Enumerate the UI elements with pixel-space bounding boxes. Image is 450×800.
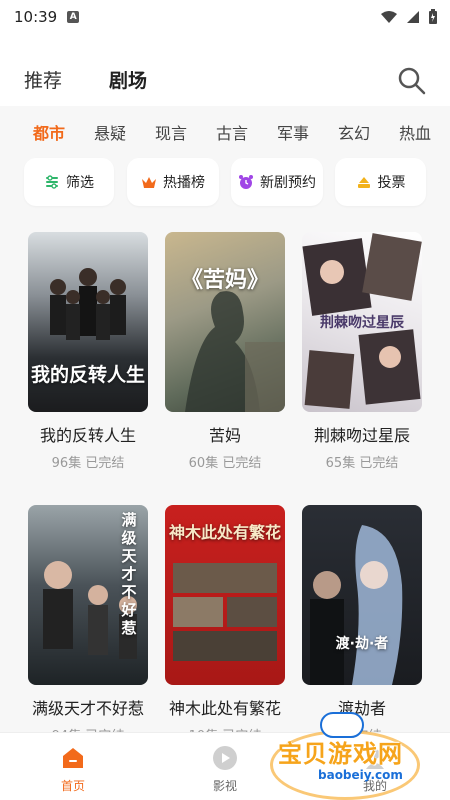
drama-poster: 我的反转人生 bbox=[28, 232, 148, 412]
poster-title: 神木此处有繁花 bbox=[168, 523, 281, 542]
genre-tabs: 都市 悬疑 现言 古言 军事 玄幻 热血 bbox=[0, 112, 450, 152]
poster-title: 满级天才不好惹 bbox=[121, 511, 137, 637]
filter-button[interactable]: 筛选 bbox=[24, 158, 114, 206]
drama-meta: 65集 已完结 bbox=[325, 456, 399, 471]
play-icon bbox=[213, 746, 237, 770]
new-drama-reservation-label: 新剧预约 bbox=[260, 175, 316, 191]
filter-label: 筛选 bbox=[66, 175, 94, 191]
drama-poster: 《苦妈》 bbox=[165, 232, 285, 412]
poster-title: 我的反转人生 bbox=[30, 364, 145, 386]
status-bar: 10:39 A bbox=[0, 0, 450, 34]
nav-home-label: 首页 bbox=[60, 779, 85, 793]
drama-poster: 荆棘吻过星辰 bbox=[302, 232, 422, 412]
drama-title: 神木此处有繁花 bbox=[168, 699, 281, 718]
wifi-icon bbox=[381, 11, 397, 23]
drama-poster: 满级天才不好惹 bbox=[28, 505, 148, 685]
genre-tab-fantasy[interactable]: 玄幻 bbox=[338, 120, 399, 144]
signal-icon bbox=[407, 11, 419, 23]
drama-card[interactable]: 荆棘吻过星辰 荆棘吻过星辰 65集 已完结 bbox=[302, 232, 422, 471]
vote-label: 投票 bbox=[377, 175, 406, 191]
crown-icon bbox=[142, 177, 156, 188]
notification-badge-icon: A bbox=[67, 11, 80, 23]
genre-tab-ancient-romance[interactable]: 古言 bbox=[216, 120, 277, 144]
poster-title: 《苦妈》 bbox=[180, 268, 269, 293]
watermark: 宝贝游戏网 baobeiy.com bbox=[270, 712, 450, 800]
hot-ranking-button[interactable]: 热播榜 bbox=[127, 158, 219, 206]
drama-poster: 神木此处有繁花 bbox=[165, 505, 285, 685]
top-bar: 推荐 剧场 bbox=[0, 34, 450, 106]
drama-card[interactable]: 我的反转人生 我的反转人生 96集 已完结 bbox=[28, 232, 148, 471]
tab-theater[interactable]: 剧场 bbox=[103, 62, 158, 93]
tab-recommend[interactable]: 推荐 bbox=[24, 66, 62, 93]
battery-icon bbox=[429, 9, 437, 24]
drama-card[interactable]: 渡·劫·者 渡劫者 已完结 bbox=[302, 505, 422, 744]
poster-art bbox=[310, 525, 403, 685]
drama-poster: 渡·劫·者 bbox=[302, 505, 422, 685]
poster-title: 荆棘吻过星辰 bbox=[320, 315, 404, 331]
drama-meta: 60集 已完结 bbox=[188, 456, 262, 471]
drama-title: 荆棘吻过星辰 bbox=[313, 426, 410, 445]
vote-icon bbox=[357, 177, 370, 188]
status-icons bbox=[380, 9, 438, 25]
alarm-clock-icon bbox=[239, 175, 253, 189]
drama-card[interactable]: 神木此处有繁花 神木此处有繁花 10集 已完结 bbox=[165, 505, 285, 744]
vote-button[interactable]: 投票 bbox=[335, 158, 426, 206]
watermark-title: 宝贝游戏网 bbox=[278, 740, 403, 768]
poster-art bbox=[185, 291, 285, 412]
drama-title: 满级天才不好惹 bbox=[31, 699, 144, 718]
genre-tab-military[interactable]: 军事 bbox=[277, 120, 338, 144]
search-icon bbox=[398, 67, 426, 95]
drama-title: 苦妈 bbox=[208, 426, 241, 445]
nav-video-label: 影视 bbox=[212, 779, 237, 793]
filter-icon bbox=[46, 175, 58, 189]
tab-theater-label: 剧场 bbox=[109, 70, 148, 92]
new-drama-reservation-button[interactable]: 新剧预约 bbox=[231, 158, 323, 206]
genre-tab-suspense[interactable]: 悬疑 bbox=[94, 120, 155, 144]
drama-meta: 96集 已完结 bbox=[51, 456, 125, 471]
nav-video[interactable]: 影视 bbox=[185, 741, 265, 794]
hot-ranking-label: 热播榜 bbox=[163, 175, 205, 191]
nav-home[interactable]: 首页 bbox=[33, 741, 113, 794]
genre-tab-passion[interactable]: 热血 bbox=[399, 120, 450, 144]
drama-card[interactable]: 满级天才不好惹 满级天才不好惹 94集 已完结 bbox=[28, 505, 148, 744]
home-icon bbox=[63, 748, 83, 768]
drama-title: 我的反转人生 bbox=[39, 426, 136, 445]
genre-tab-urban[interactable]: 都市 bbox=[33, 120, 94, 144]
status-time: 10:39 bbox=[14, 8, 58, 26]
drama-card[interactable]: 《苦妈》 苦妈 60集 已完结 bbox=[165, 232, 285, 471]
genre-tab-modern-romance[interactable]: 现言 bbox=[155, 120, 216, 144]
watermark-site: baobeiy.com bbox=[318, 768, 403, 782]
quick-actions: 筛选 热播榜 新剧预约 投票 bbox=[0, 158, 450, 208]
poster-title: 渡·劫·者 bbox=[335, 636, 389, 652]
search-button[interactable] bbox=[397, 66, 427, 96]
